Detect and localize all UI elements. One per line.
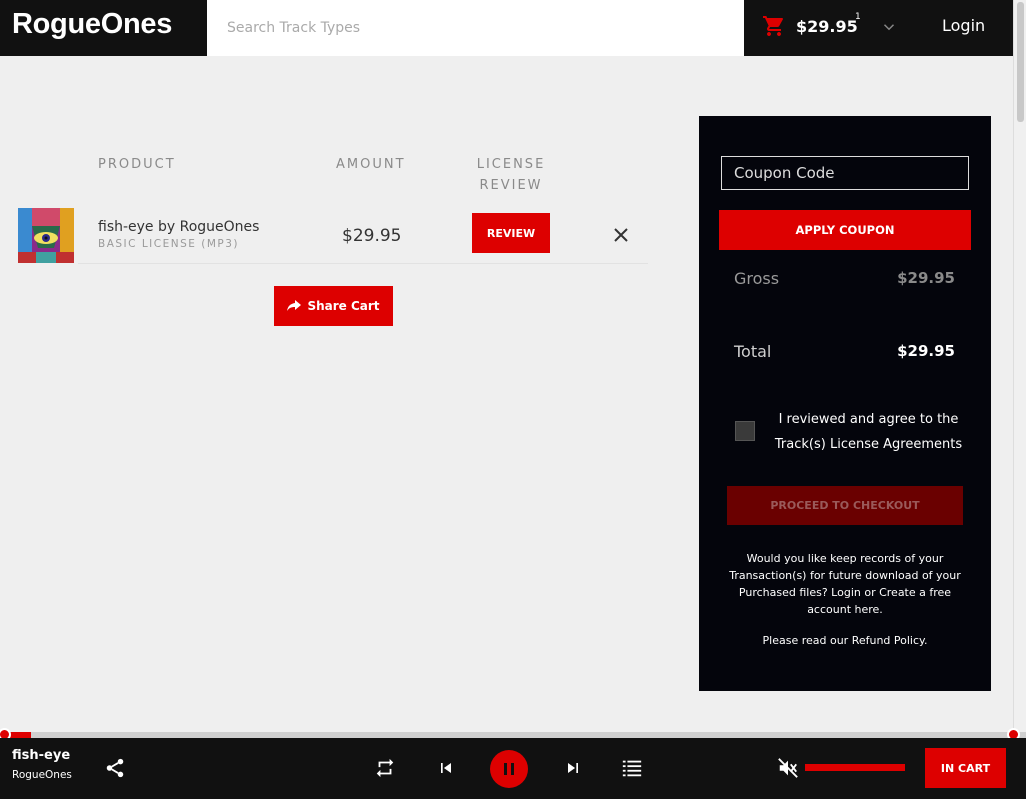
playlist-icon[interactable] — [620, 756, 644, 780]
refund-policy-link[interactable]: Please read our Refund Policy. — [729, 634, 961, 647]
cart-count-badge: 1 — [855, 12, 861, 22]
pause-icon — [504, 763, 514, 775]
share-arrow-icon — [287, 300, 302, 311]
cart-icon — [763, 16, 783, 36]
share-cart-button[interactable]: Share Cart — [274, 286, 393, 326]
column-header-license-review: LICENSE REVIEW — [476, 154, 546, 196]
proceed-to-checkout-button[interactable]: PROCEED TO CHECKOUT — [727, 486, 963, 525]
product-amount: $29.95 — [342, 226, 402, 246]
previous-track-icon[interactable] — [434, 756, 458, 780]
cart-summary[interactable]: $29.95 1 — [762, 12, 861, 38]
track-artwork — [18, 208, 74, 263]
records-note[interactable]: Would you like keep records of your Tran… — [729, 550, 961, 618]
audio-player-bar: fish-eye RogueOnes IN CART — [0, 738, 1026, 799]
pause-button[interactable] — [490, 750, 528, 788]
product-license: BASIC LICENSE (MP3) — [98, 238, 239, 250]
now-playing-title[interactable]: fish-eye — [12, 748, 70, 763]
close-icon[interactable] — [612, 226, 630, 244]
top-bar: RogueOnes $29.95 1 Login — [0, 0, 1013, 56]
vertical-scrollbar[interactable] — [1013, 0, 1026, 730]
search-input[interactable] — [207, 0, 744, 56]
agree-checkbox[interactable] — [735, 421, 755, 441]
order-summary-panel: APPLY COUPON Gross $29.95 Total $29.95 I… — [699, 116, 991, 691]
share-icon[interactable] — [103, 756, 127, 780]
coupon-code-input[interactable] — [721, 156, 969, 190]
total-label: Total — [734, 342, 772, 361]
agree-text[interactable]: I reviewed and agree to the Track(s) Lic… — [761, 407, 976, 457]
share-cart-label: Share Cart — [307, 299, 380, 313]
now-playing-artist[interactable]: RogueOnes — [12, 769, 72, 781]
column-header-review: REVIEW — [479, 178, 543, 193]
column-header-product: PRODUCT — [98, 157, 176, 172]
column-header-amount: AMOUNT — [336, 157, 406, 172]
cart-total: $29.95 — [796, 16, 858, 36]
gross-label: Gross — [734, 269, 780, 288]
product-name[interactable]: fish-eye by RogueOnes — [98, 219, 259, 235]
repeat-icon[interactable] — [373, 756, 397, 780]
apply-coupon-button[interactable]: APPLY COUPON — [719, 210, 971, 250]
row-divider — [78, 263, 648, 264]
logo[interactable]: RogueOnes — [12, 8, 172, 41]
next-track-icon[interactable] — [561, 756, 585, 780]
volume-slider[interactable] — [805, 764, 905, 771]
login-link[interactable]: Login — [942, 16, 985, 35]
volume-muted-icon[interactable] — [776, 756, 800, 780]
review-license-button[interactable]: REVIEW — [472, 213, 550, 253]
in-cart-button[interactable]: IN CART — [925, 748, 1006, 788]
gross-value: $29.95 — [897, 269, 955, 287]
chevron-down-icon[interactable] — [880, 18, 898, 36]
total-value: $29.95 — [897, 342, 955, 360]
column-header-license: LICENSE — [476, 157, 546, 172]
scrollbar-thumb[interactable] — [1017, 2, 1024, 122]
